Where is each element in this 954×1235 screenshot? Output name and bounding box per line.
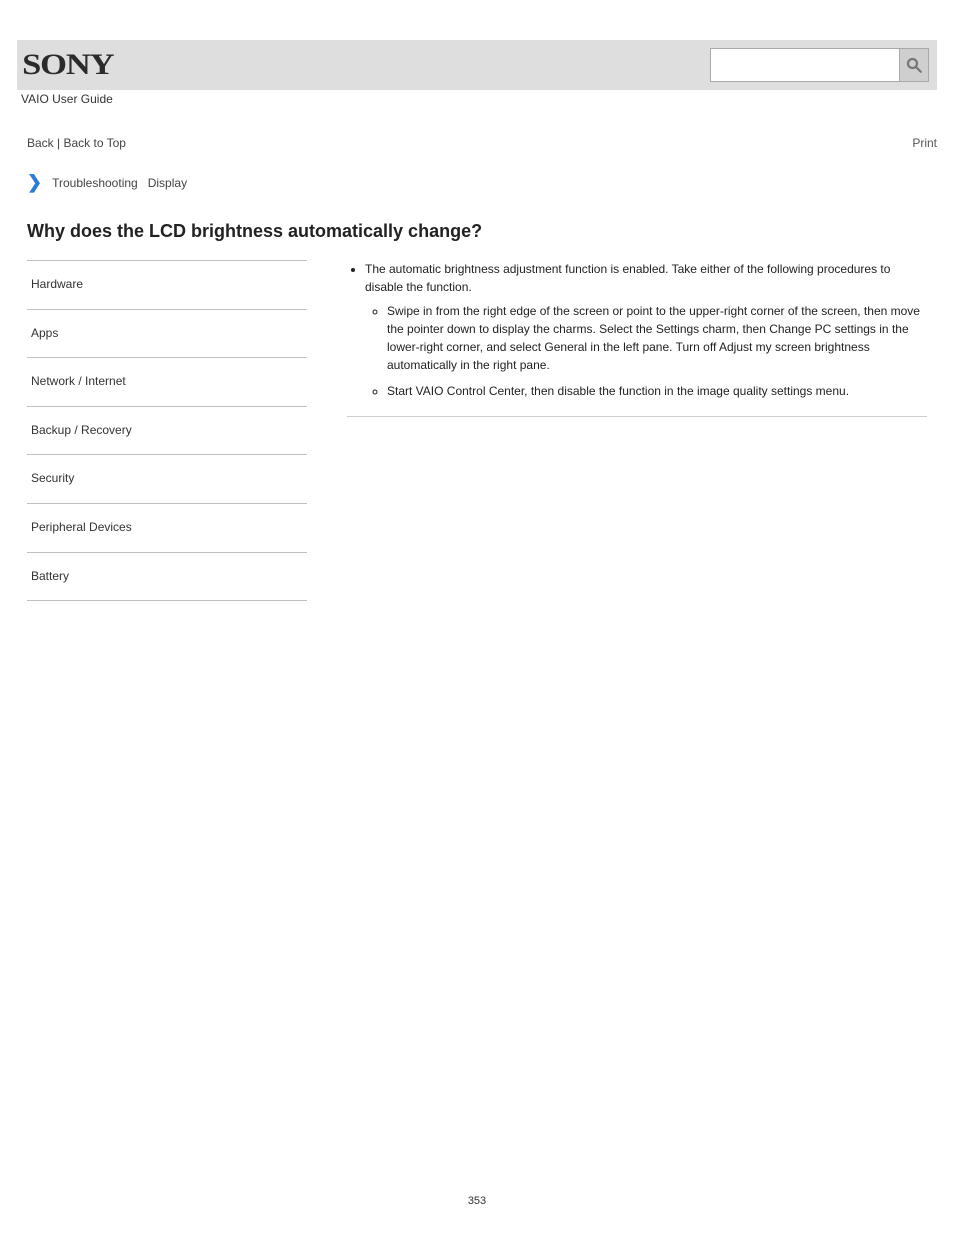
sidebar-item-hardware[interactable]: Hardware bbox=[27, 260, 307, 310]
content-bullet-text: The automatic brightness adjustment func… bbox=[365, 262, 890, 294]
search-icon bbox=[905, 56, 923, 74]
back-link[interactable]: Back bbox=[27, 136, 54, 150]
page-number: 353 bbox=[0, 1195, 954, 1207]
breadcrumb: ❯ Troubleshooting Display bbox=[17, 172, 937, 193]
breadcrumb-1[interactable]: Troubleshooting bbox=[52, 176, 138, 190]
sidebar-item-battery[interactable]: Battery bbox=[27, 553, 307, 602]
chevron-right-icon: ❯ bbox=[27, 172, 42, 193]
main-content: The automatic brightness adjustment func… bbox=[347, 260, 927, 417]
sidebar-item-network[interactable]: Network / Internet bbox=[27, 358, 307, 407]
content-bullet: The automatic brightness adjustment func… bbox=[365, 260, 927, 400]
back-to-top-link[interactable]: Back to Top bbox=[63, 136, 125, 150]
search-input[interactable] bbox=[711, 49, 899, 81]
sidebar: Hardware Apps Network / Internet Backup … bbox=[27, 260, 307, 601]
header: SONY bbox=[17, 40, 937, 90]
content-inner-1: Swipe in from the right edge of the scre… bbox=[387, 302, 927, 374]
sidebar-item-apps[interactable]: Apps bbox=[27, 310, 307, 359]
search-button[interactable] bbox=[899, 49, 928, 81]
search-wrap bbox=[710, 48, 929, 82]
product-name: VAIO User Guide bbox=[17, 92, 937, 106]
sidebar-item-peripheral[interactable]: Peripheral Devices bbox=[27, 504, 307, 553]
content-inner-2: Start VAIO Control Center, then disable … bbox=[387, 382, 927, 400]
content-separator bbox=[347, 416, 927, 417]
breadcrumb-2[interactable]: Display bbox=[148, 176, 187, 190]
page-title: Why does the LCD brightness automaticall… bbox=[17, 221, 937, 242]
print-link[interactable]: Print bbox=[912, 136, 937, 150]
sidebar-item-backup[interactable]: Backup / Recovery bbox=[27, 407, 307, 456]
sidebar-item-security[interactable]: Security bbox=[27, 455, 307, 504]
top-nav: Back | Back to Top Print bbox=[17, 136, 937, 150]
sony-logo[interactable]: SONY bbox=[21, 48, 113, 82]
